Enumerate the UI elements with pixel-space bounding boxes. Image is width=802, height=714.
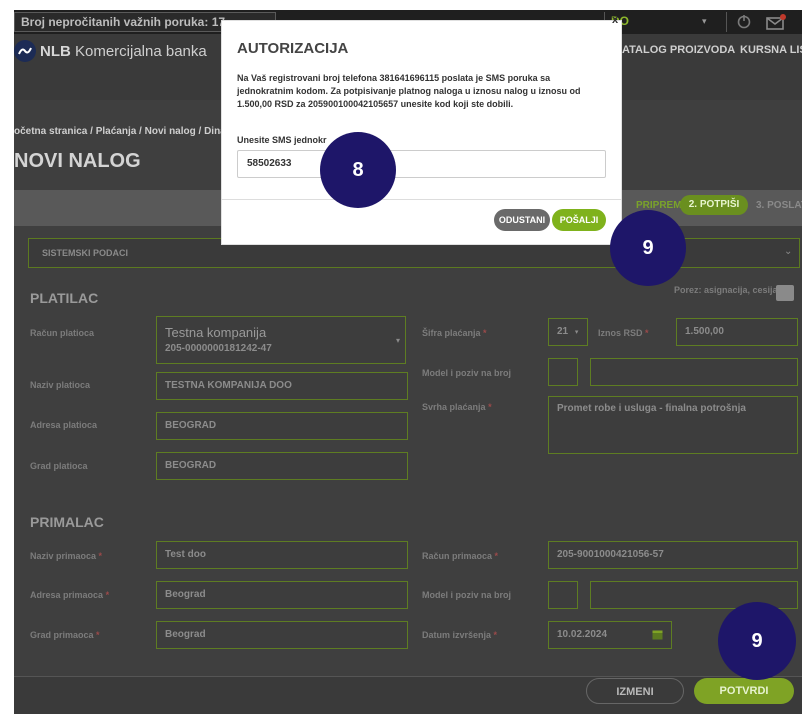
close-icon[interactable]: x — [612, 14, 618, 26]
execution-date-label: Datum izvršenja * — [422, 630, 498, 640]
amount-label: Iznos RSD * — [598, 328, 649, 338]
payment-code-select[interactable]: 21 ▾ — [548, 318, 588, 346]
sms-code-input[interactable]: 58502633 — [237, 150, 606, 178]
potvrdi-button[interactable]: POTVRDI — [694, 678, 794, 704]
bank-logo-icon — [14, 40, 36, 62]
recipient-city-label: Grad primaoca * — [30, 630, 100, 640]
porez-checkbox[interactable] — [776, 285, 794, 301]
payer-reference-field[interactable] — [590, 358, 798, 386]
purpose-field[interactable]: Promet robe i usluga - finalna potrošnja — [548, 396, 798, 454]
payer-name-label: Naziv platioca — [30, 380, 91, 390]
recipient-account-label: Račun primaoca * — [422, 551, 499, 561]
calendar-icon[interactable] — [652, 629, 663, 640]
recipient-account-field[interactable]: 205-9001000421056-57 — [548, 541, 798, 569]
nav-kursna-lista[interactable]: KURSNA LISTA — [740, 44, 802, 56]
chevron-down-icon: ▾ — [574, 329, 579, 336]
chevron-down-icon[interactable]: ▾ — [702, 16, 707, 27]
recipient-address-field[interactable]: Beograd — [156, 581, 408, 609]
topbar-divider — [726, 12, 727, 32]
payer-account-name: Testna kompanija — [165, 325, 267, 340]
cancel-button[interactable]: ODUSTANI — [494, 209, 550, 231]
izmeni-button[interactable]: IZMENI — [586, 678, 684, 704]
payer-model-label: Model i poziv na broj — [422, 368, 512, 378]
payer-address-label: Adresa platioca — [30, 420, 98, 430]
recipient-city-field[interactable]: Beograd — [156, 621, 408, 649]
modal-divider — [221, 199, 622, 200]
chevron-down-icon[interactable]: ⌄ — [784, 246, 792, 257]
sms-code-label: Unesite SMS jednokr — [237, 135, 327, 145]
payer-account-select[interactable]: Testna kompanija 205-0000000181242-47 — [156, 316, 406, 364]
system-data-label: SISTEMSKI PODACI — [42, 248, 129, 258]
amount-field[interactable]: 1.500,00 — [676, 318, 798, 346]
purpose-label: Svrha plaćanja * — [422, 402, 492, 412]
payment-code-value: 21 — [557, 326, 569, 337]
payer-name-field[interactable]: TESTNA KOMPANIJA DOO — [156, 372, 408, 400]
chevron-down-icon[interactable]: ▾ — [396, 336, 400, 345]
step-poslati: 3. POSLATI — [756, 200, 802, 211]
step-badge: 9 — [610, 210, 686, 286]
porez-label: Porez: asignacija, cesija — [674, 285, 778, 295]
payer-section-title: PLATILAC — [30, 290, 99, 306]
bottom-action-bar — [14, 676, 802, 714]
bank-logo-text: NLB Komercijalna banka — [40, 42, 207, 60]
nav-katalog-proizvoda[interactable]: ATALOG PROIZVODA — [622, 44, 735, 56]
payer-account-label: Račun platioca — [30, 328, 95, 338]
payer-city-label: Grad platioca — [30, 461, 88, 471]
recipient-name-label: Naziv primaoca * — [30, 551, 103, 561]
recipient-address-label: Adresa primaoca * — [30, 590, 110, 600]
payment-code-label: Šifra plaćanja * — [422, 328, 487, 338]
payer-address-field[interactable]: BEOGRAD — [156, 412, 408, 440]
mail-icon[interactable] — [766, 14, 786, 30]
bank-logo[interactable]: NLB Komercijalna banka — [14, 40, 207, 62]
recipient-section-title: PRIMALAC — [30, 514, 104, 530]
breadcrumb[interactable]: očetna stranica / Plaćanja / Novi nalog … — [14, 126, 230, 137]
payer-account-number: 205-0000000181242-47 — [165, 343, 272, 354]
step-potpisi: 2. POTPIŠI — [680, 195, 748, 215]
step-badge: 9 — [718, 602, 796, 680]
recipient-model-label: Model i poziv na broj — [422, 590, 512, 600]
payer-city-field[interactable]: BEOGRAD — [156, 452, 408, 480]
page-title: NOVI NALOG — [14, 150, 141, 172]
recipient-model-field[interactable] — [548, 581, 578, 609]
payer-model-field[interactable] — [548, 358, 578, 386]
modal-message: Na Vaš registrovani broj telefona 381641… — [237, 73, 581, 109]
step-badge: 8 — [320, 132, 396, 208]
modal-title: AUTORIZACIJA — [237, 40, 349, 57]
power-icon[interactable] — [736, 13, 752, 29]
send-button[interactable]: POŠALJI — [552, 209, 606, 231]
recipient-name-field[interactable]: Test doo — [156, 541, 408, 569]
